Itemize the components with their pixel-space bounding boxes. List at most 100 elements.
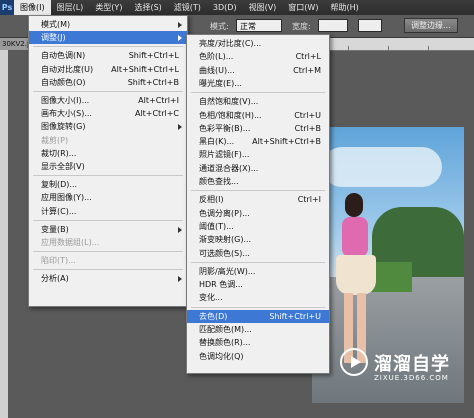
image-menu-item-9[interactable]: 裁切(R)...: [29, 147, 187, 160]
adjust-menu-item-label: 匹配颜色(M)...: [199, 325, 252, 334]
image-menu-item-label: 画布大小(S)...: [41, 109, 92, 119]
image-menu-item-label: 图像旋转(G): [41, 122, 86, 132]
menu-filter[interactable]: 滤镜(T): [168, 0, 207, 15]
image-menu-item-7[interactable]: 图像旋转(G): [29, 120, 187, 133]
image-menu-item-shortcut: Shift+Ctrl+B: [127, 77, 179, 87]
menu-window[interactable]: 窗口(W): [282, 0, 324, 15]
adjust-menu-item-16[interactable]: 阴影/高光(W)...: [187, 265, 329, 278]
image-menu: 模式(M) 调整(J) 自动色调(N) Shift+Ctrl+L 自动对比度(U) Alt…: [28, 15, 188, 307]
adjust-menu-item-shortcut: Alt+Shift+Ctrl+B: [252, 137, 321, 147]
submenu-arrow-icon: [178, 22, 182, 28]
adjust-menu-item-8[interactable]: 照片滤镜(F)...: [187, 148, 329, 161]
adjust-menu-item-19[interactable]: 去色(D) Shift+Ctrl+U: [187, 309, 329, 323]
image-menu-item-label: 应用图像(Y)...: [41, 193, 92, 203]
image-menu-item-shortcut: Alt+Ctrl+C: [134, 109, 179, 119]
adjust-menu-item-shortcut: Shift+Ctrl+U: [269, 311, 321, 321]
adjust-menu-item-label: 阈值(T)...: [199, 221, 234, 231]
image-menu-item-6[interactable]: 画布大小(S)... Alt+Ctrl+C: [29, 107, 187, 120]
image-menu-item-13[interactable]: 计算(C)...: [29, 205, 187, 218]
submenu-arrow-icon: [178, 35, 182, 42]
menu-layer[interactable]: 图层(L): [51, 0, 90, 15]
image-menu-item-label: 自动对比度(U): [41, 64, 94, 74]
watermark-url: ZIXUE.3D66.COM: [374, 374, 449, 382]
menu-view[interactable]: 视图(V): [243, 0, 283, 15]
adjust-menu-item-shortcut: Ctrl+I: [297, 195, 321, 205]
image-menu-item-11[interactable]: 复制(D)...: [29, 178, 187, 191]
submenu-arrow-icon: [178, 124, 182, 131]
height-input[interactable]: [358, 19, 382, 32]
image-menu-item-label: 调整(J): [41, 33, 66, 43]
refine-edge-button[interactable]: 调整边缘...: [404, 18, 458, 33]
adjust-menu-item-3[interactable]: 曝光度(E)...: [187, 77, 329, 90]
adjust-menu-item-label: 色彩平衡(B)...: [199, 123, 251, 133]
adjust-menu-item-0[interactable]: 亮度/对比度(C)...: [187, 37, 329, 50]
adjust-menu-item-label: 色相/饱和度(H)...: [199, 110, 262, 120]
image-menu-item-12[interactable]: 应用图像(Y)...: [29, 191, 187, 204]
adjust-menu-item-6[interactable]: 色彩平衡(B)... Ctrl+B: [187, 122, 329, 135]
image-menu-item-10[interactable]: 显示全部(V): [29, 160, 187, 173]
image-menu-item-label: 计算(C)...: [41, 206, 77, 216]
menu-type[interactable]: 类型(Y): [89, 0, 128, 15]
image-menu-item-label: 应用数据组(L)...: [41, 238, 100, 247]
adjust-menu-item-label: 色调分离(P)...: [199, 208, 250, 218]
adjust-menu-item-label: 可选颜色(S)...: [199, 248, 250, 258]
adjust-menu-item-17[interactable]: HDR 色调...: [187, 278, 329, 291]
menu-separator: [33, 251, 183, 253]
adjust-menu-item-label: 曝光度(E)...: [199, 78, 242, 88]
width-input[interactable]: [318, 19, 348, 32]
mode-select[interactable]: 正常: [236, 19, 282, 32]
adjust-menu-item-label: 色调均化(Q): [199, 351, 244, 361]
image-menu-item-label: 自动颜色(O): [41, 77, 86, 87]
menu-help[interactable]: 帮助(H): [324, 0, 364, 15]
image-menu-item-2[interactable]: 自动色调(N) Shift+Ctrl+L: [29, 49, 187, 62]
menu-separator: [33, 219, 183, 221]
adjust-menu-item-22[interactable]: 色调均化(Q): [187, 350, 329, 363]
adjust-menu-item-21[interactable]: 替换颜色(R)...: [187, 336, 329, 349]
image-menu-item-16: 陷印(T)...: [29, 254, 187, 267]
image-menu-item-label: 显示全部(V): [41, 162, 85, 171]
image-menu-item-14[interactable]: 变量(B): [29, 223, 187, 236]
adjust-menu-item-14[interactable]: 渐变映射(G)...: [187, 233, 329, 246]
adjust-menu-item-10[interactable]: 颜色查找...: [187, 175, 329, 188]
adjust-menu-item-shortcut: Ctrl+M: [293, 65, 321, 75]
photoshop-logo-icon[interactable]: Ps: [0, 0, 14, 15]
adjust-menu-item-15[interactable]: 可选颜色(S)...: [187, 247, 329, 260]
adjust-menu-item-13[interactable]: 阈值(T)...: [187, 220, 329, 233]
image-menu-item-4[interactable]: 自动颜色(O) Shift+Ctrl+B: [29, 76, 187, 89]
adjust-menu-item-shortcut: Ctrl+B: [294, 123, 321, 133]
adjust-menu-item-2[interactable]: 曲线(U)... Ctrl+M: [187, 64, 329, 77]
width-label: 宽度:: [292, 22, 311, 31]
menu-separator: [33, 269, 183, 271]
image-menu-item-1[interactable]: 调整(J): [29, 31, 187, 45]
adjust-menu-item-20[interactable]: 匹配颜色(M)...: [187, 323, 329, 336]
adjust-menu-item-1[interactable]: 色阶(L)... Ctrl+L: [187, 50, 329, 63]
image-menu-item-shortcut: Shift+Ctrl+L: [128, 51, 179, 61]
image-menu-item-15: 应用数据组(L)...: [29, 236, 187, 249]
document-tab[interactable]: 30KV2.jp: [0, 38, 33, 50]
adjust-menu-item-5[interactable]: 色相/饱和度(H)... Ctrl+U: [187, 109, 329, 122]
image-menu-item-label: 裁切(R)...: [41, 148, 77, 158]
menu-separator: [191, 306, 325, 308]
adjust-menu-item-12[interactable]: 色调分离(P)...: [187, 207, 329, 220]
image-menu-item-shortcut: Alt+Ctrl+I: [138, 96, 179, 105]
adjust-menu-item-18[interactable]: 变化...: [187, 291, 329, 304]
adjust-menu-item-shortcut: Ctrl+U: [294, 110, 321, 120]
watermark: 溜溜自学 ZIXUE.3D66.COM: [334, 328, 474, 418]
image-menu-item-3[interactable]: 自动对比度(U) Alt+Shift+Ctrl+L: [29, 63, 187, 76]
adjust-menu-item-label: 色阶(L)...: [199, 52, 234, 62]
adjust-menu-item-4[interactable]: 自然饱和度(V)...: [187, 95, 329, 108]
menu-separator: [191, 92, 325, 94]
image-menu-item-17[interactable]: 分析(A): [29, 272, 187, 285]
adjust-menu-item-label: 照片滤镜(F)...: [199, 150, 250, 160]
adjust-menu-item-9[interactable]: 通道混合器(X)...: [187, 162, 329, 175]
adjust-menu-item-11[interactable]: 反相(I) Ctrl+I: [187, 193, 329, 206]
menu-image[interactable]: 图像(I): [14, 0, 51, 15]
adjust-menu-item-7[interactable]: 黑白(K)... Alt+Shift+Ctrl+B: [187, 135, 329, 148]
submenu-arrow-icon: [178, 276, 182, 283]
menu-select[interactable]: 选择(S): [128, 0, 167, 15]
menu-3d[interactable]: 3D(D): [207, 0, 243, 15]
image-menu-item-0[interactable]: 模式(M): [29, 18, 187, 31]
submenu-arrow-icon: [178, 226, 182, 233]
image-menu-item-5[interactable]: 图像大小(I)... Alt+Ctrl+I: [29, 94, 187, 107]
image-menu-item-label: 裁剪(P): [41, 135, 69, 145]
